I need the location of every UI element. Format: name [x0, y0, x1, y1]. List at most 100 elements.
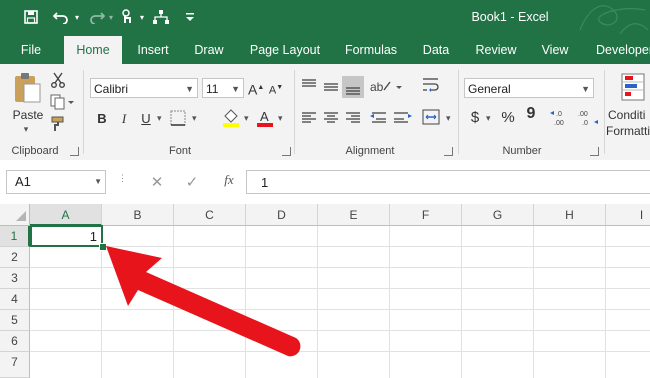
- number-launcher-icon[interactable]: [590, 147, 599, 156]
- svg-text:ab: ab: [370, 80, 384, 94]
- select-all-button[interactable]: [0, 204, 30, 226]
- grow-font-button[interactable]: A▲: [248, 78, 264, 98]
- grow-font-label: A: [248, 81, 258, 98]
- undo-dropdown-icon[interactable]: ▾: [72, 6, 82, 28]
- svg-text:.0: .0: [556, 111, 562, 118]
- font-size-select[interactable]: 11 ▼: [202, 78, 244, 98]
- tab-data[interactable]: Data: [414, 36, 458, 64]
- tab-developer[interactable]: Developer: [588, 36, 650, 64]
- group-divider: [604, 70, 605, 154]
- redo-dropdown-icon[interactable]: ▾: [106, 6, 116, 28]
- clipboard-launcher-icon[interactable]: [70, 147, 79, 156]
- font-name-value: Calibri: [94, 82, 129, 96]
- save-icon[interactable]: [20, 6, 42, 28]
- touch-mode-icon[interactable]: [117, 6, 137, 28]
- column-header-h[interactable]: H: [534, 204, 606, 226]
- svg-text:A: A: [260, 109, 269, 124]
- conditional-formatting-icon[interactable]: [620, 72, 646, 102]
- name-box-value: A1: [15, 174, 31, 189]
- tab-review[interactable]: Review: [466, 36, 526, 64]
- chevron-down-icon: ▼: [581, 84, 590, 94]
- row-header-4[interactable]: 4: [0, 289, 30, 310]
- shrink-font-button[interactable]: A▼: [268, 78, 284, 98]
- redo-icon[interactable]: [86, 6, 108, 28]
- tab-home[interactable]: Home: [64, 36, 122, 64]
- currency-button[interactable]: $: [468, 108, 482, 128]
- column-header-a[interactable]: A: [30, 204, 102, 226]
- italic-button[interactable]: I: [116, 109, 132, 129]
- merge-center-icon[interactable]: [422, 108, 448, 130]
- format-painter-icon[interactable]: [50, 116, 68, 134]
- number-format-select[interactable]: General ▼: [464, 78, 594, 98]
- gridline: [317, 226, 318, 378]
- insert-function-icon[interactable]: fx: [220, 172, 238, 190]
- number-format-value: General: [468, 82, 511, 96]
- share-network-icon[interactable]: [150, 6, 172, 28]
- column-header-f[interactable]: F: [390, 204, 462, 226]
- paste-label[interactable]: Paste: [10, 108, 46, 122]
- touch-dropdown-icon[interactable]: ▾: [137, 6, 147, 28]
- confirm-entry-icon[interactable]: ✓: [184, 173, 200, 191]
- group-divider: [458, 70, 459, 154]
- decrease-decimal-icon[interactable]: .00.0: [576, 108, 600, 130]
- wrap-text-icon[interactable]: [422, 76, 448, 98]
- red-arrow-annotation: [106, 246, 301, 357]
- tab-draw[interactable]: Draw: [186, 36, 232, 64]
- row-header-1[interactable]: 1: [0, 226, 30, 247]
- undo-icon[interactable]: [50, 6, 72, 28]
- alignment-launcher-icon[interactable]: [444, 147, 453, 156]
- fill-color-icon[interactable]: [222, 108, 242, 128]
- underline-dropdown-icon[interactable]: ▾: [157, 113, 162, 124]
- column-header-b[interactable]: B: [102, 204, 174, 226]
- formula-value: 1: [261, 175, 269, 190]
- row-header-5[interactable]: 5: [0, 310, 30, 331]
- row-header-6[interactable]: 6: [0, 331, 30, 352]
- column-header-d[interactable]: D: [246, 204, 318, 226]
- conditional-formatting-label-1[interactable]: Conditi: [608, 108, 650, 122]
- font-color-dropdown-icon[interactable]: ▾: [278, 113, 283, 124]
- comma-style-button[interactable]: 9: [524, 104, 538, 124]
- font-size-value: 11: [206, 82, 219, 96]
- bold-button[interactable]: B: [94, 109, 110, 129]
- row-header-7[interactable]: 7: [0, 352, 30, 378]
- currency-dropdown-icon[interactable]: ▾: [486, 113, 491, 124]
- font-color-icon[interactable]: A: [256, 108, 276, 128]
- svg-text:.00: .00: [554, 120, 564, 127]
- tab-file[interactable]: File: [14, 36, 48, 64]
- customize-qat-icon[interactable]: [184, 6, 196, 28]
- paste-icon[interactable]: [12, 72, 42, 104]
- column-header-g[interactable]: G: [462, 204, 534, 226]
- paste-dropdown-icon[interactable]: ▾: [20, 124, 32, 135]
- tab-insert[interactable]: Insert: [130, 36, 176, 64]
- borders-icon[interactable]: [170, 110, 190, 128]
- cancel-entry-icon[interactable]: ✕: [150, 173, 164, 191]
- cut-icon[interactable]: [50, 72, 68, 90]
- formula-input[interactable]: 1: [246, 170, 650, 194]
- cell-a1[interactable]: 1: [30, 225, 103, 247]
- tab-page-layout[interactable]: Page Layout: [242, 36, 328, 64]
- column-header-c[interactable]: C: [174, 204, 246, 226]
- gridline: [461, 226, 462, 378]
- copy-icon[interactable]: [50, 94, 76, 112]
- column-header-i[interactable]: I: [606, 204, 650, 226]
- tab-view[interactable]: View: [534, 36, 576, 64]
- splitter-dots-icon[interactable]: ⋮: [118, 174, 127, 188]
- name-box[interactable]: A1 ▼: [6, 170, 106, 194]
- column-header-e[interactable]: E: [318, 204, 390, 226]
- gridline: [533, 226, 534, 378]
- borders-dropdown-icon[interactable]: ▾: [192, 113, 197, 124]
- percent-button[interactable]: %: [500, 108, 516, 128]
- font-launcher-icon[interactable]: [282, 147, 291, 156]
- tab-formulas[interactable]: Formulas: [336, 36, 406, 64]
- fill-color-dropdown-icon[interactable]: ▾: [244, 113, 249, 124]
- merge-dropdown-icon[interactable]: ▾: [446, 113, 451, 124]
- increase-decimal-icon[interactable]: .0.00: [550, 108, 574, 130]
- svg-text:.00: .00: [578, 111, 588, 118]
- row-header-2[interactable]: 2: [0, 247, 30, 268]
- chevron-down-icon: ▼: [94, 177, 102, 186]
- chevron-down-icon: ▼: [231, 84, 240, 94]
- row-header-3[interactable]: 3: [0, 268, 30, 289]
- font-name-select[interactable]: Calibri ▼: [90, 78, 198, 98]
- conditional-formatting-label-2[interactable]: Formatti: [606, 124, 650, 138]
- underline-button[interactable]: U: [138, 109, 154, 129]
